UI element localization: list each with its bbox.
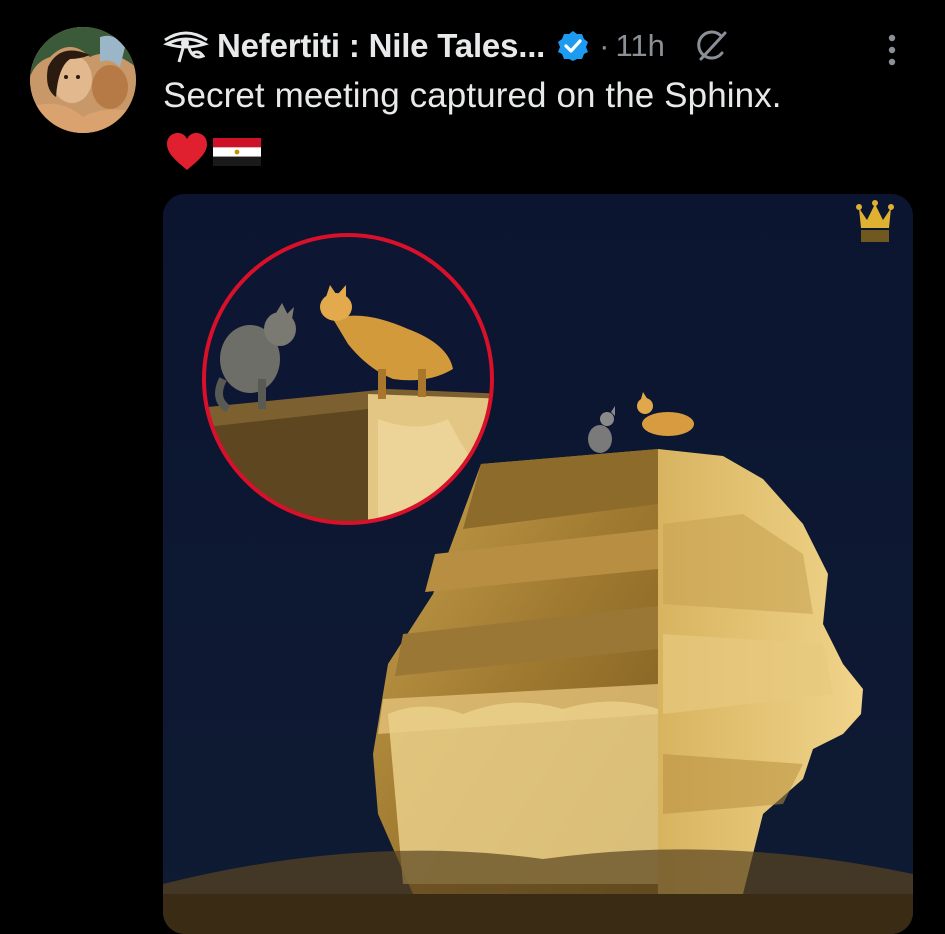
tweet[interactable]: Nefertiti : Nile Tales... · 11h Secret m… bbox=[0, 0, 945, 934]
separator-dot: · bbox=[599, 28, 610, 63]
verified-badge-icon bbox=[557, 30, 589, 62]
heart-emoji-icon bbox=[165, 132, 209, 172]
tweet-media-photo[interactable] bbox=[163, 194, 913, 934]
display-name[interactable]: Nefertiti : Nile Tales... bbox=[217, 27, 545, 65]
egypt-flag-icon bbox=[213, 138, 261, 166]
crown-icon bbox=[856, 200, 894, 242]
avatar[interactable] bbox=[30, 27, 136, 133]
timestamp[interactable]: 11h bbox=[615, 28, 664, 64]
emoji-row bbox=[165, 132, 261, 172]
eye-of-horus-icon bbox=[163, 28, 209, 64]
more-options-icon[interactable] bbox=[882, 32, 902, 68]
tweet-header: Nefertiti : Nile Tales... · 11h bbox=[163, 22, 729, 70]
grok-icon[interactable] bbox=[693, 28, 729, 64]
tweet-text: Secret meeting captured on the Sphinx. bbox=[163, 76, 782, 115]
